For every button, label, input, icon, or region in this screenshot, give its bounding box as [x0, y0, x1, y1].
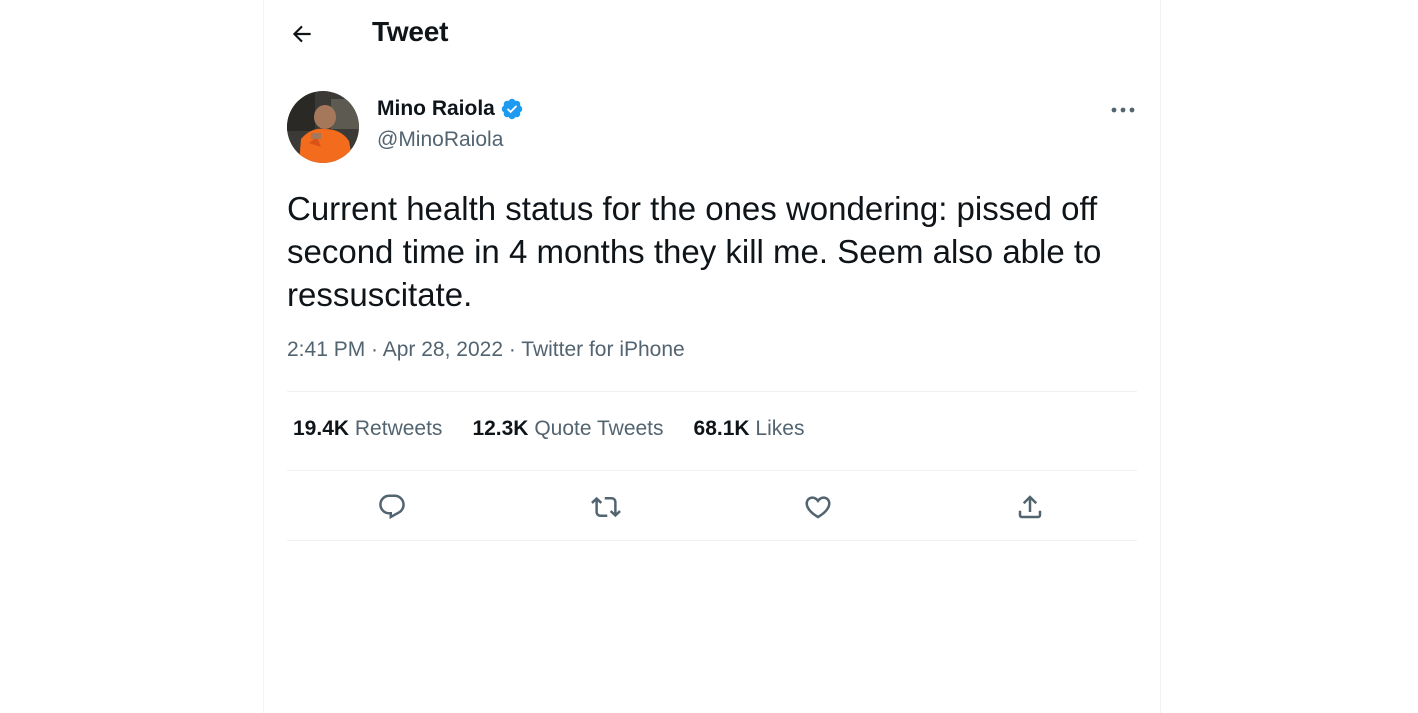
quote-tweets-label: Quote Tweets — [534, 417, 664, 440]
avatar[interactable] — [287, 91, 359, 163]
meta-separator: · — [503, 338, 522, 361]
author-name-text: Mino Raiola — [377, 97, 495, 120]
tweet-time[interactable]: 2:41 PM — [287, 338, 365, 361]
retweets-count: 19.4K — [293, 417, 350, 440]
arrow-left-icon — [289, 21, 315, 47]
likes-count: 68.1K — [693, 417, 750, 440]
more-horizontal-icon — [1110, 106, 1136, 114]
retweets-stat[interactable]: 19.4K Retweets — [293, 417, 442, 441]
retweet-button[interactable] — [587, 488, 625, 526]
share-icon — [1015, 492, 1045, 522]
tweet-text: Current health status for the ones wonde… — [287, 190, 1102, 313]
divider — [287, 470, 1137, 471]
divider — [287, 540, 1137, 541]
reply-button[interactable] — [373, 488, 411, 526]
quote-tweets-count: 12.3K — [472, 417, 529, 440]
like-button[interactable] — [799, 488, 837, 526]
tweet-date[interactable]: Apr 28, 2022 — [383, 338, 503, 361]
divider — [287, 391, 1137, 392]
reply-icon — [377, 492, 407, 522]
tweet-metadata: 2:41 PM · Apr 28, 2022 · Twitter for iPh… — [287, 338, 685, 362]
likes-label: Likes — [755, 417, 805, 440]
author-handle[interactable]: @MinoRaiola — [377, 128, 503, 152]
tweet-source[interactable]: Twitter for iPhone — [521, 338, 684, 361]
author-display-name[interactable]: Mino Raiola — [377, 97, 524, 121]
verified-badge-icon — [500, 97, 524, 121]
share-button[interactable] — [1011, 488, 1049, 526]
retweet-icon — [591, 492, 621, 522]
more-button[interactable] — [1106, 96, 1140, 124]
page-title: Tweet — [372, 16, 449, 47]
retweets-label: Retweets — [354, 417, 443, 440]
back-button[interactable] — [286, 18, 318, 50]
likes-stat[interactable]: 68.1K Likes — [694, 417, 805, 441]
tweet-stats: 19.4K Retweets 12.3K Quote Tweets 68.1K … — [293, 417, 804, 441]
heart-icon — [803, 492, 833, 522]
meta-separator: · — [365, 338, 383, 361]
quote-tweets-stat[interactable]: 12.3K Quote Tweets — [472, 417, 663, 441]
